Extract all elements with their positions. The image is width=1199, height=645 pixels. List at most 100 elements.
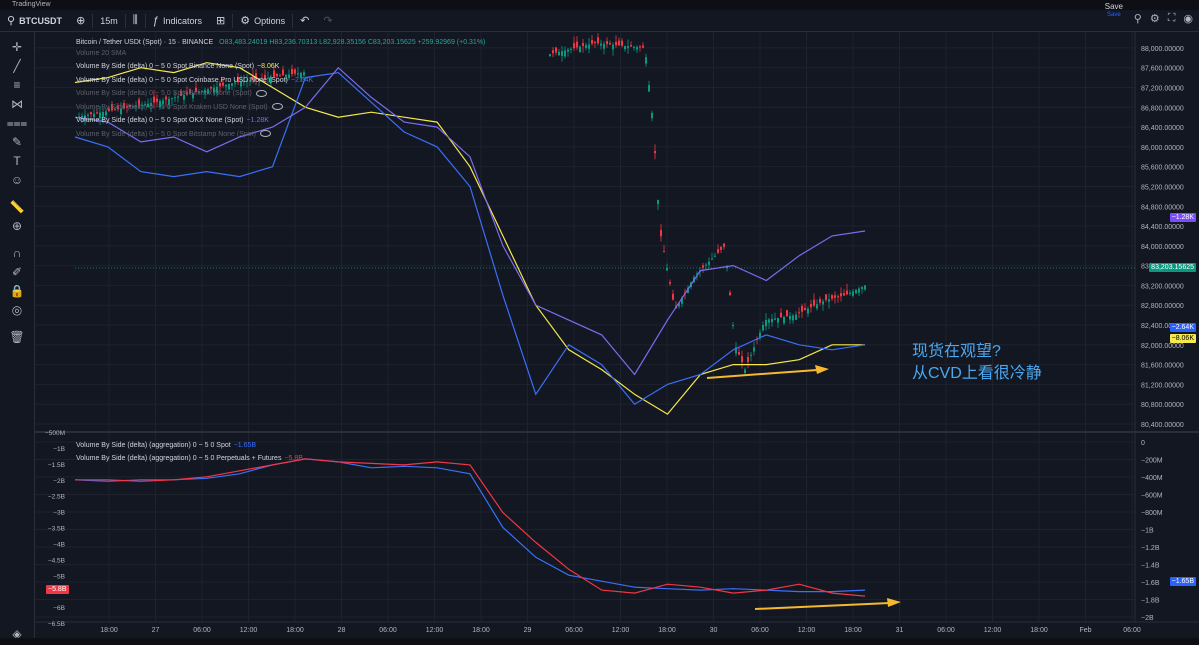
candle-body (624, 45, 626, 50)
sub-indicator-legend-row[interactable]: Volume By Side (delta) (aggregation) 0 ~… (76, 441, 256, 450)
indicator-legend-row[interactable]: Volume By Side (delta) 0 ~ 5 0 Spot Krak… (76, 103, 283, 112)
sub-axis-left-label: −3.5B (48, 526, 65, 533)
layouts-button[interactable]: ⊞ (209, 10, 232, 31)
sub-axis-left-label: −5B (53, 573, 65, 580)
undo-button[interactable]: ↶ (293, 10, 316, 31)
sub-axis-left-label: −6B (53, 605, 65, 612)
price-axis-label: 81,600.00000 (1141, 363, 1184, 370)
indicator-value: −1.28K (246, 117, 269, 124)
magnet-icon[interactable]: ∩ (0, 246, 34, 260)
zoom-in-icon[interactable]: ⊕ (0, 219, 34, 233)
candle-body (654, 151, 656, 154)
eye-icon[interactable]: ◎ (0, 303, 34, 317)
indicator-legend-row[interactable]: Volume By Side (delta) 0 ~ 5 0 Spot Coin… (76, 76, 313, 85)
candle-body (834, 295, 836, 298)
compare-button[interactable]: ⊕ (69, 10, 92, 31)
candle-body (672, 293, 674, 300)
indicator-legend-row[interactable]: Volume By Side (delta) 0 ~ 5 0 Spot OKX … (76, 116, 269, 125)
time-axis-label: 18:00 (286, 627, 304, 634)
candle-body (777, 317, 779, 323)
candle-body (612, 44, 614, 50)
lock-icon[interactable]: 🔒 (0, 284, 34, 298)
sub-axis-right-label: −1B (1141, 528, 1154, 535)
candle-body (618, 40, 620, 46)
horizontal-lines-icon[interactable]: ≡ (0, 78, 34, 92)
candle-body (576, 41, 578, 48)
candle-body (567, 49, 569, 52)
options-label: Options (254, 15, 286, 26)
hidden-eye-icon[interactable] (255, 89, 267, 97)
candle-body (570, 48, 572, 50)
interval-button[interactable]: 15m (93, 10, 125, 31)
candle-body (828, 299, 830, 302)
sub-indicator-legend-row[interactable]: Volume By Side (delta) (aggregation) 0 ~… (76, 454, 303, 463)
candle-body (744, 369, 746, 374)
window-title: TradingView (12, 1, 51, 8)
redo-icon: ↷ (323, 15, 333, 27)
candle-body (105, 111, 107, 116)
indicators-label: Indicators (162, 15, 203, 26)
indicator-legend-row[interactable]: Volume By Side (delta) 0 ~ 5 0 Spot Bits… (76, 130, 271, 139)
candle-body (720, 246, 722, 250)
camera-icon[interactable]: ◉ (1183, 12, 1193, 25)
settings-gear-icon[interactable]: ⚙ (1150, 12, 1160, 25)
candle-body (798, 312, 800, 314)
settings-icon: ⚙ (240, 15, 251, 27)
time-axis-label: 06:00 (193, 627, 211, 634)
redo-button[interactable]: ↷ (316, 10, 339, 31)
quick-search-icon[interactable]: ⚲ (1134, 12, 1142, 25)
save-label: Save (1104, 2, 1123, 11)
text-icon[interactable]: T (0, 154, 34, 168)
sub-indicator-label: Volume By Side (delta) (aggregation) 0 ~… (76, 455, 282, 462)
price-badge: 83,203.15625 (1149, 263, 1196, 272)
crosshair-icon[interactable]: ✛ (0, 40, 34, 54)
sub-axis-left-label: −2.5B (48, 494, 65, 501)
sub-axis-right-label: −1.2B (1141, 545, 1160, 552)
hidden-eye-icon[interactable] (259, 130, 271, 138)
candle-body (855, 289, 857, 294)
candle-body (663, 251, 665, 253)
price-axis-label: 84,000.00000 (1141, 244, 1184, 251)
emoji-icon[interactable]: ☺ (0, 173, 34, 187)
candle-body (555, 47, 557, 53)
candle-body (801, 305, 803, 312)
symbol-search[interactable]: ⚲ BTCUSDT (0, 10, 69, 31)
sub-axis-left-label: −3B (53, 510, 65, 517)
sub-axis-right-label: 0 (1141, 440, 1145, 447)
time-axis-label: 18:00 (844, 627, 862, 634)
candle-body (816, 304, 818, 309)
symbol-label: BTCUSDT (19, 15, 63, 26)
candle-body (558, 51, 560, 56)
hidden-eye-icon[interactable] (271, 103, 283, 111)
ruler-icon[interactable]: 📏 (0, 200, 34, 214)
indicators-button[interactable]: ƒ Indicators (146, 10, 209, 31)
fib-icon[interactable]: ⩶ (0, 116, 34, 131)
candle-body (552, 50, 554, 54)
chart-type-button[interactable]: ⫼ (126, 10, 145, 31)
price-axis-label: 80,800.00000 (1141, 402, 1184, 409)
sub-axis-left-label: −500M (45, 430, 65, 437)
candle-body (831, 295, 833, 299)
candle-body (657, 199, 659, 205)
save-button[interactable]: Save Save (1105, 2, 1123, 20)
time-axis-label: 27 (152, 627, 160, 634)
candle-body (594, 41, 596, 43)
lock-drawing-icon[interactable]: ✐ (0, 265, 34, 279)
options-button[interactable]: ⚙ Options (233, 10, 292, 31)
bottom-status-bar (0, 638, 1199, 645)
main-legend-title-row: Bitcoin / Tether USDt (Spot) · 15 · BINA… (76, 38, 485, 47)
trend-line-icon[interactable]: ╱ (0, 59, 34, 73)
candle-body (90, 112, 92, 115)
indicator-legend-row[interactable]: Volume By Side (delta) 0 ~ 5 0 Spot Bitf… (76, 89, 267, 98)
pattern-icon[interactable]: ⋈ (0, 97, 34, 111)
fullscreen-icon[interactable]: ⛶ (1168, 12, 1176, 25)
brush-icon[interactable]: ✎ (0, 135, 34, 149)
indicator-legend-row[interactable]: Volume By Side (delta) 0 ~ 5 0 Spot Bina… (76, 62, 279, 71)
sub-indicator-label: Volume By Side (delta) (aggregation) 0 ~… (76, 442, 231, 449)
candle-body (645, 57, 647, 64)
trash-icon[interactable]: 🗑 (0, 330, 34, 344)
candle-body (723, 243, 725, 247)
candle-body (600, 43, 602, 46)
candle-body (705, 264, 707, 266)
candle-body (609, 43, 611, 45)
